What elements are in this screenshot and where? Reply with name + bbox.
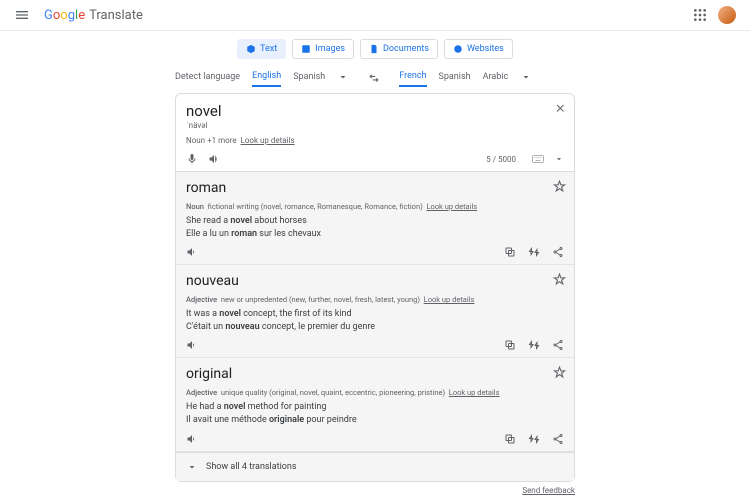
mic-icon[interactable]	[186, 153, 198, 165]
lookup-link[interactable]: Look up details	[449, 388, 500, 397]
source-pronunciation: ˈnävəl	[186, 121, 564, 130]
copy-icon[interactable]	[504, 339, 516, 351]
tab-documents[interactable]: Documents	[360, 39, 438, 59]
speaker-icon[interactable]	[208, 153, 220, 165]
result-item: roman Noun fictional writing (novel, rom…	[176, 172, 574, 265]
send-feedback-link[interactable]: Send feedback	[175, 486, 575, 495]
rate-icon[interactable]	[528, 433, 540, 445]
star-icon[interactable]	[553, 273, 566, 286]
apps-icon[interactable]	[692, 7, 708, 23]
result-meta: Adjective unique quality (original, nove…	[186, 388, 564, 397]
lang-spanish-tgt[interactable]: Spanish	[439, 68, 471, 86]
menu-icon[interactable]	[14, 7, 30, 23]
speaker-icon[interactable]	[186, 433, 198, 445]
char-count: 5 / 5000	[486, 155, 516, 164]
chevron-down-icon	[186, 461, 198, 473]
tab-images[interactable]: Images	[292, 39, 354, 59]
result-meta: Adjective new or unpredented (new, furth…	[186, 295, 564, 304]
rate-icon[interactable]	[528, 246, 540, 258]
show-all-button[interactable]: Show all 4 translations	[176, 452, 574, 481]
source-meta: Noun +1 more Look up details	[186, 136, 564, 145]
result-example: It was a novel concept, the first of its…	[186, 308, 564, 333]
clear-icon[interactable]	[554, 102, 566, 114]
speaker-icon[interactable]	[186, 246, 198, 258]
copy-icon[interactable]	[504, 246, 516, 258]
lookup-link[interactable]: Look up details	[424, 295, 475, 304]
share-icon[interactable]	[552, 339, 564, 351]
logo: Google Translate	[44, 8, 143, 23]
chevron-down-icon[interactable]	[520, 71, 532, 83]
rate-icon[interactable]	[528, 339, 540, 351]
star-icon[interactable]	[553, 180, 566, 193]
lookup-link[interactable]: Look up details	[241, 136, 295, 145]
result-word: roman	[186, 180, 564, 196]
lang-spanish-src[interactable]: Spanish	[293, 68, 325, 86]
lang-english[interactable]: English	[252, 67, 281, 87]
result-word: original	[186, 366, 564, 382]
result-meta: Noun fictional writing (novel, romance, …	[186, 202, 564, 211]
result-word: nouveau	[186, 273, 564, 289]
source-text[interactable]: novel	[186, 102, 564, 120]
chevron-down-icon[interactable]	[337, 71, 349, 83]
star-icon[interactable]	[553, 366, 566, 379]
lang-french[interactable]: French	[399, 67, 426, 87]
swap-languages-icon[interactable]	[367, 70, 381, 84]
keyboard-icon[interactable]	[532, 153, 544, 165]
lang-detect[interactable]: Detect language	[175, 68, 240, 86]
result-item: original Adjective unique quality (origi…	[176, 358, 574, 451]
result-example: She read a novel about horsesElle a lu u…	[186, 215, 564, 240]
lang-arabic[interactable]: Arabic	[483, 68, 509, 86]
result-item: nouveau Adjective new or unpredented (ne…	[176, 265, 574, 358]
share-icon[interactable]	[552, 433, 564, 445]
tab-text[interactable]: Text	[237, 39, 286, 59]
share-icon[interactable]	[552, 246, 564, 258]
tab-websites[interactable]: Websites	[444, 39, 513, 59]
result-example: He had a novel method for paintingIl ava…	[186, 401, 564, 426]
speaker-icon[interactable]	[186, 339, 198, 351]
lookup-link[interactable]: Look up details	[426, 202, 477, 211]
copy-icon[interactable]	[504, 433, 516, 445]
chevron-down-icon[interactable]	[554, 154, 564, 164]
avatar[interactable]	[718, 6, 736, 24]
